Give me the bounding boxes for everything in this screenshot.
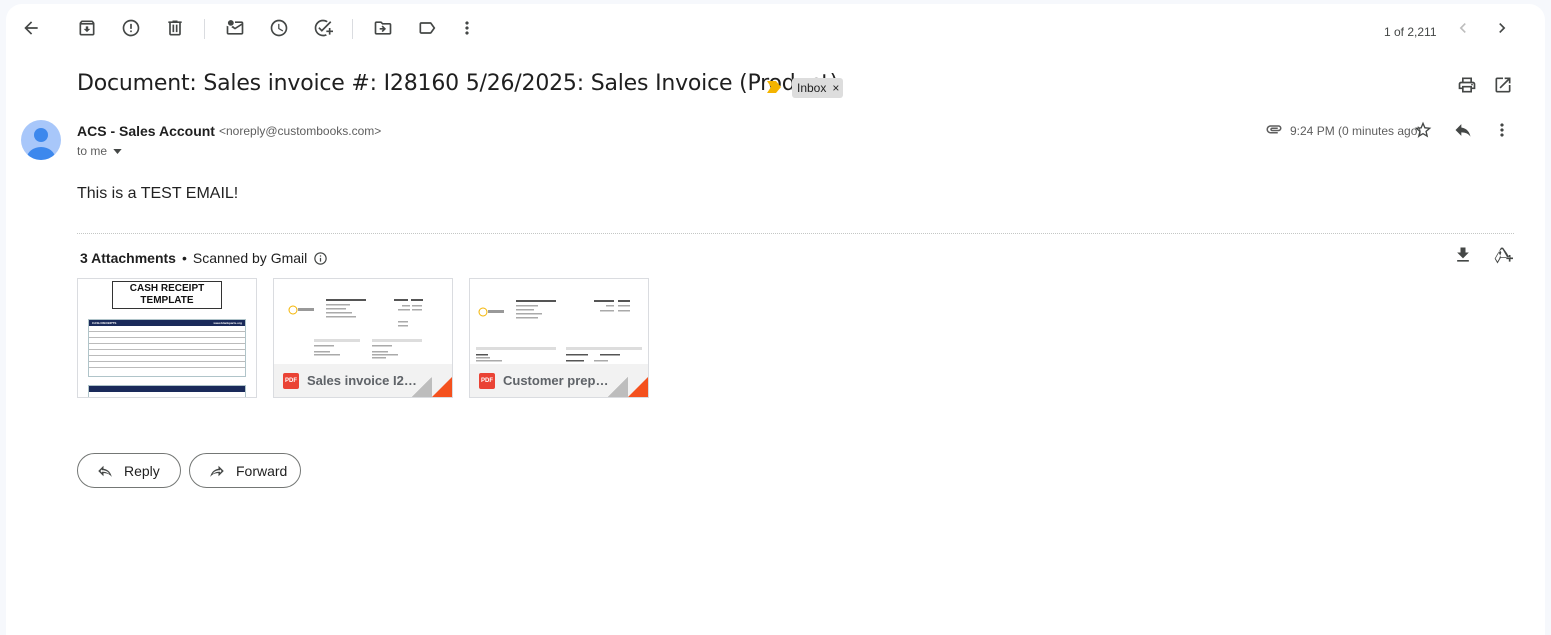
reply-label: Reply [124, 462, 160, 479]
report-icon[interactable] [113, 10, 149, 46]
attachments-count: 3 Attachments [80, 250, 176, 266]
pdf-icon: PDF [283, 372, 299, 389]
attachment-thumbnail-customer-prepayment[interactable]: PDF Customer prepayment.pdf [469, 278, 649, 398]
corner-fold [628, 377, 648, 397]
inbox-label-text: Inbox [797, 81, 827, 95]
receipt-preview-title: CASH RECEIPT TEMPLATE [112, 281, 222, 309]
recipient-label: to me [77, 144, 108, 158]
scanned-label: Scanned by Gmail [192, 250, 308, 266]
email-body: This is a TEST EMAIL! [77, 185, 239, 202]
prepayment-preview [476, 300, 642, 362]
attachment-filename: Sales invoice I28160.pdf [307, 373, 419, 388]
archive-icon[interactable] [69, 10, 105, 46]
inbox-label: Inbox × [792, 78, 844, 98]
attachment-filename: Customer prepayment.pdf [503, 373, 615, 388]
receipt-bar-left: CASH RECEIPTS [92, 321, 117, 325]
reply-icon[interactable] [1445, 112, 1481, 148]
sender-name[interactable]: ACS - Sales Account [77, 123, 215, 139]
receipt-title-line2: TEMPLATE [140, 295, 194, 306]
info-icon[interactable] [313, 251, 328, 266]
chevron-down-icon [113, 148, 122, 154]
email-timestamp: 9:24 PM (0 minutes ago) [1290, 124, 1422, 138]
label-icon[interactable] [409, 10, 445, 46]
recipient-details[interactable]: to me [77, 144, 122, 158]
receipt-title-line1: CASH RECEIPT [129, 283, 205, 294]
receipt-form-preview-2 [88, 385, 246, 397]
remove-label-icon[interactable]: × [832, 81, 839, 98]
snooze-icon[interactable] [261, 10, 297, 46]
open-new-window-icon[interactable] [1485, 67, 1521, 103]
importance-marker-icon[interactable] [767, 81, 781, 93]
mark-unread-icon[interactable] [217, 10, 253, 46]
download-all-icon[interactable] [1445, 237, 1481, 273]
older-icon[interactable] [1484, 10, 1520, 46]
toolbar-divider [204, 19, 205, 39]
attachments-divider [77, 233, 1514, 234]
avatar[interactable] [21, 120, 61, 160]
attachments-header: 3 Attachments • Scanned by Gmail [80, 250, 328, 266]
corner-fold-icon [608, 377, 628, 397]
receipt-form-preview: CASH RECEIPTS www.blankparts.org [88, 319, 246, 377]
move-to-icon[interactable] [365, 10, 401, 46]
forward-button[interactable]: Forward [189, 453, 301, 488]
toolbar-divider [352, 19, 353, 39]
attachment-thumbnail-cash-receipt[interactable]: CASH RECEIPT TEMPLATE CASH RECEIPTS www.b… [77, 278, 257, 398]
paging-count: 1 of 2,211 [1384, 25, 1437, 39]
print-icon[interactable] [1449, 67, 1485, 103]
email-view: 1 of 2,211 Document: Sales invoice #: I2… [6, 4, 1545, 635]
delete-icon[interactable] [157, 10, 193, 46]
pdf-icon: PDF [479, 372, 495, 389]
newer-icon[interactable] [1445, 10, 1481, 46]
attachment-thumbnail-sales-invoice[interactable]: PDF Sales invoice I28160.pdf [273, 278, 453, 398]
more-vert-icon[interactable] [1484, 112, 1520, 148]
invoice-preview [288, 299, 423, 359]
reply-icon [98, 465, 112, 477]
add-to-drive-icon[interactable] [1485, 237, 1521, 273]
more-vert-icon[interactable] [449, 10, 485, 46]
back-icon[interactable] [13, 10, 49, 46]
star-icon[interactable] [1405, 112, 1441, 148]
receipt-bar-right: www.blankparts.org [213, 321, 242, 325]
add-task-icon[interactable] [305, 10, 341, 46]
sender-email: <noreply@custombooks.com> [219, 124, 382, 138]
attachment-icon [1266, 125, 1282, 134]
separator-dot: • [181, 250, 187, 266]
reply-button[interactable]: Reply [77, 453, 181, 488]
forward-label: Forward [236, 462, 288, 479]
forward-icon [210, 465, 224, 477]
corner-fold-icon [412, 377, 432, 397]
corner-fold [432, 377, 452, 397]
email-subject: Document: Sales invoice #: I28160 5/26/2… [77, 71, 845, 96]
